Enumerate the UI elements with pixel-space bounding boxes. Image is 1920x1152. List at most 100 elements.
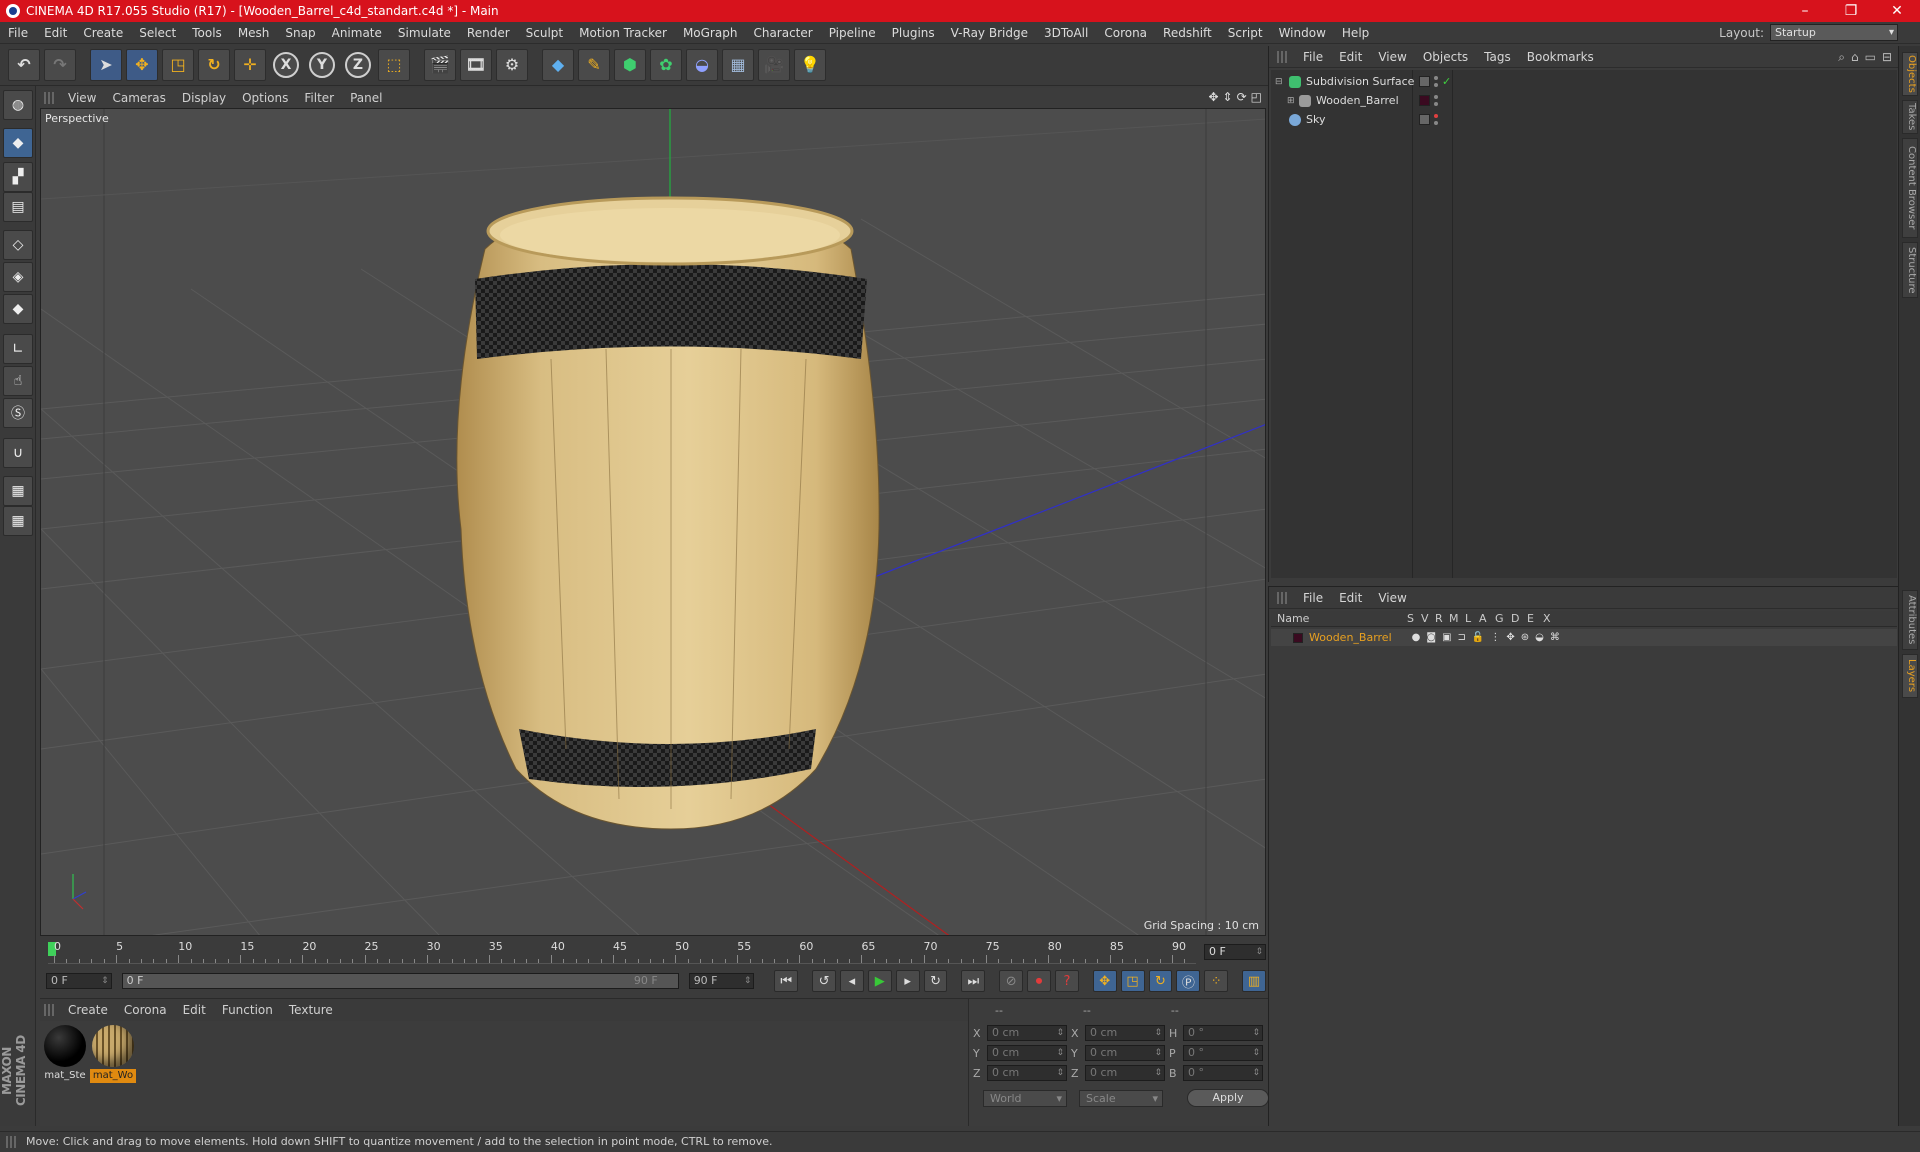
menu-script[interactable]: Script — [1220, 26, 1271, 40]
menu-tools[interactable]: Tools — [184, 26, 230, 40]
visibility-dots[interactable] — [1434, 76, 1438, 87]
search-icon[interactable]: ⌕ — [1838, 50, 1845, 65]
animation-toggle-icon[interactable]: ⋮ — [1490, 632, 1500, 643]
panel-grip-icon[interactable] — [6, 1136, 16, 1148]
snap-icon[interactable]: Ⓢ — [3, 398, 33, 428]
new-view-icon[interactable]: ▭ — [1865, 50, 1876, 65]
locked-workplane-icon[interactable]: ▦ — [3, 476, 33, 506]
objects-menu-file[interactable]: File — [1295, 50, 1331, 64]
next-key-icon[interactable]: ↻ — [923, 970, 948, 992]
current-frame-field[interactable]: 0 F — [1204, 944, 1266, 960]
column-name[interactable]: Name — [1277, 612, 1309, 625]
layers-menu-view[interactable]: View — [1370, 591, 1414, 605]
visibility-dots[interactable] — [1434, 114, 1438, 125]
scale-tool-icon[interactable]: ◳ — [162, 48, 194, 81]
spline-pen-icon[interactable]: ✎ — [578, 48, 610, 81]
menu-plugins[interactable]: Plugins — [884, 26, 943, 40]
menu-corona[interactable]: Corona — [1096, 26, 1155, 40]
rotate-tool-icon[interactable]: ↻ — [198, 48, 230, 81]
objects-menu-tags[interactable]: Tags — [1476, 50, 1519, 64]
key-scale-icon[interactable]: ◳ — [1120, 970, 1145, 992]
generator-toggle-icon[interactable]: ✥ — [1506, 632, 1514, 643]
expression-toggle-icon[interactable]: ◒ — [1535, 632, 1544, 643]
motion-record-icon[interactable]: ⊘ — [999, 970, 1024, 992]
home-icon[interactable]: ⌂ — [1851, 50, 1859, 65]
material-menu-texture[interactable]: Texture — [281, 1003, 341, 1017]
visible-toggle-icon[interactable]: ◙ — [1426, 632, 1436, 643]
previous-frame-icon[interactable]: ◂ — [839, 970, 864, 992]
tab-takes[interactable]: Takes — [1902, 100, 1918, 134]
material-menu-edit[interactable]: Edit — [175, 1003, 214, 1017]
size-y-field[interactable]: 0 cm — [1085, 1045, 1165, 1061]
layer-row[interactable]: Wooden_Barrel ● ◙ ▣ ⊐ 🔓 ⋮ ✥ ⊛ ◒ ⌘ — [1271, 629, 1897, 646]
timeline-ruler[interactable]: 0 5 10 15 20 25 30 35 40 45 50 55 60 65 70 75 80 85 90 — [48, 940, 1196, 964]
deformer-toggle-icon[interactable]: ⊛ — [1521, 632, 1529, 643]
objects-menu-edit[interactable]: Edit — [1331, 50, 1370, 64]
viewport-menu-filter[interactable]: Filter — [296, 91, 342, 105]
layer-color-swatch[interactable] — [1419, 114, 1430, 125]
tab-objects[interactable]: Objects — [1902, 52, 1918, 96]
tab-attributes[interactable]: Attributes — [1902, 590, 1918, 650]
object-row[interactable]: ⊞ Wooden_Barrel — [1271, 91, 1887, 110]
column-render[interactable]: R — [1435, 612, 1443, 625]
menu-render[interactable]: Render — [459, 26, 518, 40]
apply-button[interactable]: Apply — [1187, 1089, 1269, 1107]
viewport-menu-options[interactable]: Options — [234, 91, 296, 105]
magnet-icon[interactable]: ∪ — [3, 438, 33, 468]
material-menu-create[interactable]: Create — [60, 1003, 116, 1017]
record-keys-icon[interactable]: ⏺ — [1027, 970, 1051, 992]
texture-mode-icon[interactable]: ▞ — [3, 162, 33, 192]
minimize-button[interactable]: – — [1782, 3, 1828, 19]
rotation-p-field[interactable]: 0 ° — [1183, 1045, 1263, 1061]
light-icon[interactable]: 💡 — [794, 48, 826, 81]
menu-edit[interactable]: Edit — [36, 26, 75, 40]
material-swatch-selected[interactable]: mat_Wo — [90, 1025, 136, 1083]
enabled-check-icon[interactable]: ✓ — [1442, 75, 1451, 88]
cube-object-icon[interactable]: ◆ — [542, 48, 574, 81]
pan-icon[interactable]: ✥ — [1208, 90, 1218, 104]
layer-color-swatch[interactable] — [1293, 632, 1303, 643]
tab-layers[interactable]: Layers — [1902, 654, 1918, 698]
material-swatch[interactable]: mat_Ste — [42, 1025, 88, 1083]
rotation-h-field[interactable]: 0 ° — [1183, 1025, 1263, 1041]
layers-menu-file[interactable]: File — [1295, 591, 1331, 605]
previous-key-icon[interactable]: ↺ — [812, 970, 836, 992]
key-rotation-icon[interactable]: ↻ — [1148, 970, 1173, 992]
coordinate-system-icon[interactable]: ⬚ — [378, 48, 410, 81]
column-expressions[interactable]: E — [1527, 612, 1534, 625]
3d-viewport[interactable]: Perspective Grid Spacing : 10 cm — [40, 108, 1266, 936]
dolly-icon[interactable]: ⇕ — [1223, 90, 1233, 104]
points-mode-icon[interactable]: ◇ — [3, 230, 33, 260]
menu-snap[interactable]: Snap — [277, 26, 323, 40]
key-parameter-icon[interactable]: Ⓟ — [1176, 970, 1201, 992]
make-editable-icon[interactable]: ◍ — [3, 90, 33, 120]
menu-simulate[interactable]: Simulate — [390, 26, 459, 40]
size-mode-dropdown[interactable]: Scale — [1079, 1089, 1163, 1107]
render-view-icon[interactable]: 🎬 — [424, 48, 456, 81]
menu-pipeline[interactable]: Pipeline — [821, 26, 884, 40]
timeline[interactable]: 0 5 10 15 20 25 30 35 40 45 50 55 60 65 70 75 80 85 90 0 F — [40, 936, 1268, 968]
objects-menu-bookmarks[interactable]: Bookmarks — [1519, 50, 1602, 64]
camera-label[interactable]: Perspective — [45, 112, 109, 125]
end-frame-field[interactable]: 90 F — [688, 973, 755, 989]
solo-toggle-icon[interactable]: ● — [1412, 632, 1421, 643]
deformer-icon[interactable]: ◒ — [686, 48, 718, 81]
z-axis-lock-icon[interactable]: Z — [345, 51, 371, 78]
render-picture-viewer-icon[interactable]: 🎞 — [460, 48, 492, 81]
layers-menu-edit[interactable]: Edit — [1331, 591, 1370, 605]
close-button[interactable]: ✕ — [1874, 3, 1920, 19]
viewport-menu-view[interactable]: View — [60, 91, 104, 105]
manager-toggle-icon[interactable]: ⊐ — [1458, 632, 1466, 643]
x-axis-lock-icon[interactable]: X — [273, 51, 299, 78]
maximize-icon[interactable]: ⊟ — [1882, 50, 1892, 65]
restore-button[interactable]: ❐ — [1828, 3, 1874, 19]
position-x-field[interactable]: 0 cm — [987, 1025, 1067, 1041]
undo-icon[interactable]: ↶ — [8, 48, 40, 81]
menu-window[interactable]: Window — [1271, 26, 1334, 40]
lock-toggle-icon[interactable]: 🔓 — [1472, 632, 1484, 643]
size-x-field[interactable]: 0 cm — [1085, 1025, 1165, 1041]
visibility-dots[interactable] — [1434, 95, 1438, 106]
render-settings-icon[interactable]: ⚙ — [496, 48, 528, 81]
panel-grip-icon[interactable] — [1277, 50, 1287, 63]
menu-mograph[interactable]: MoGraph — [675, 26, 746, 40]
